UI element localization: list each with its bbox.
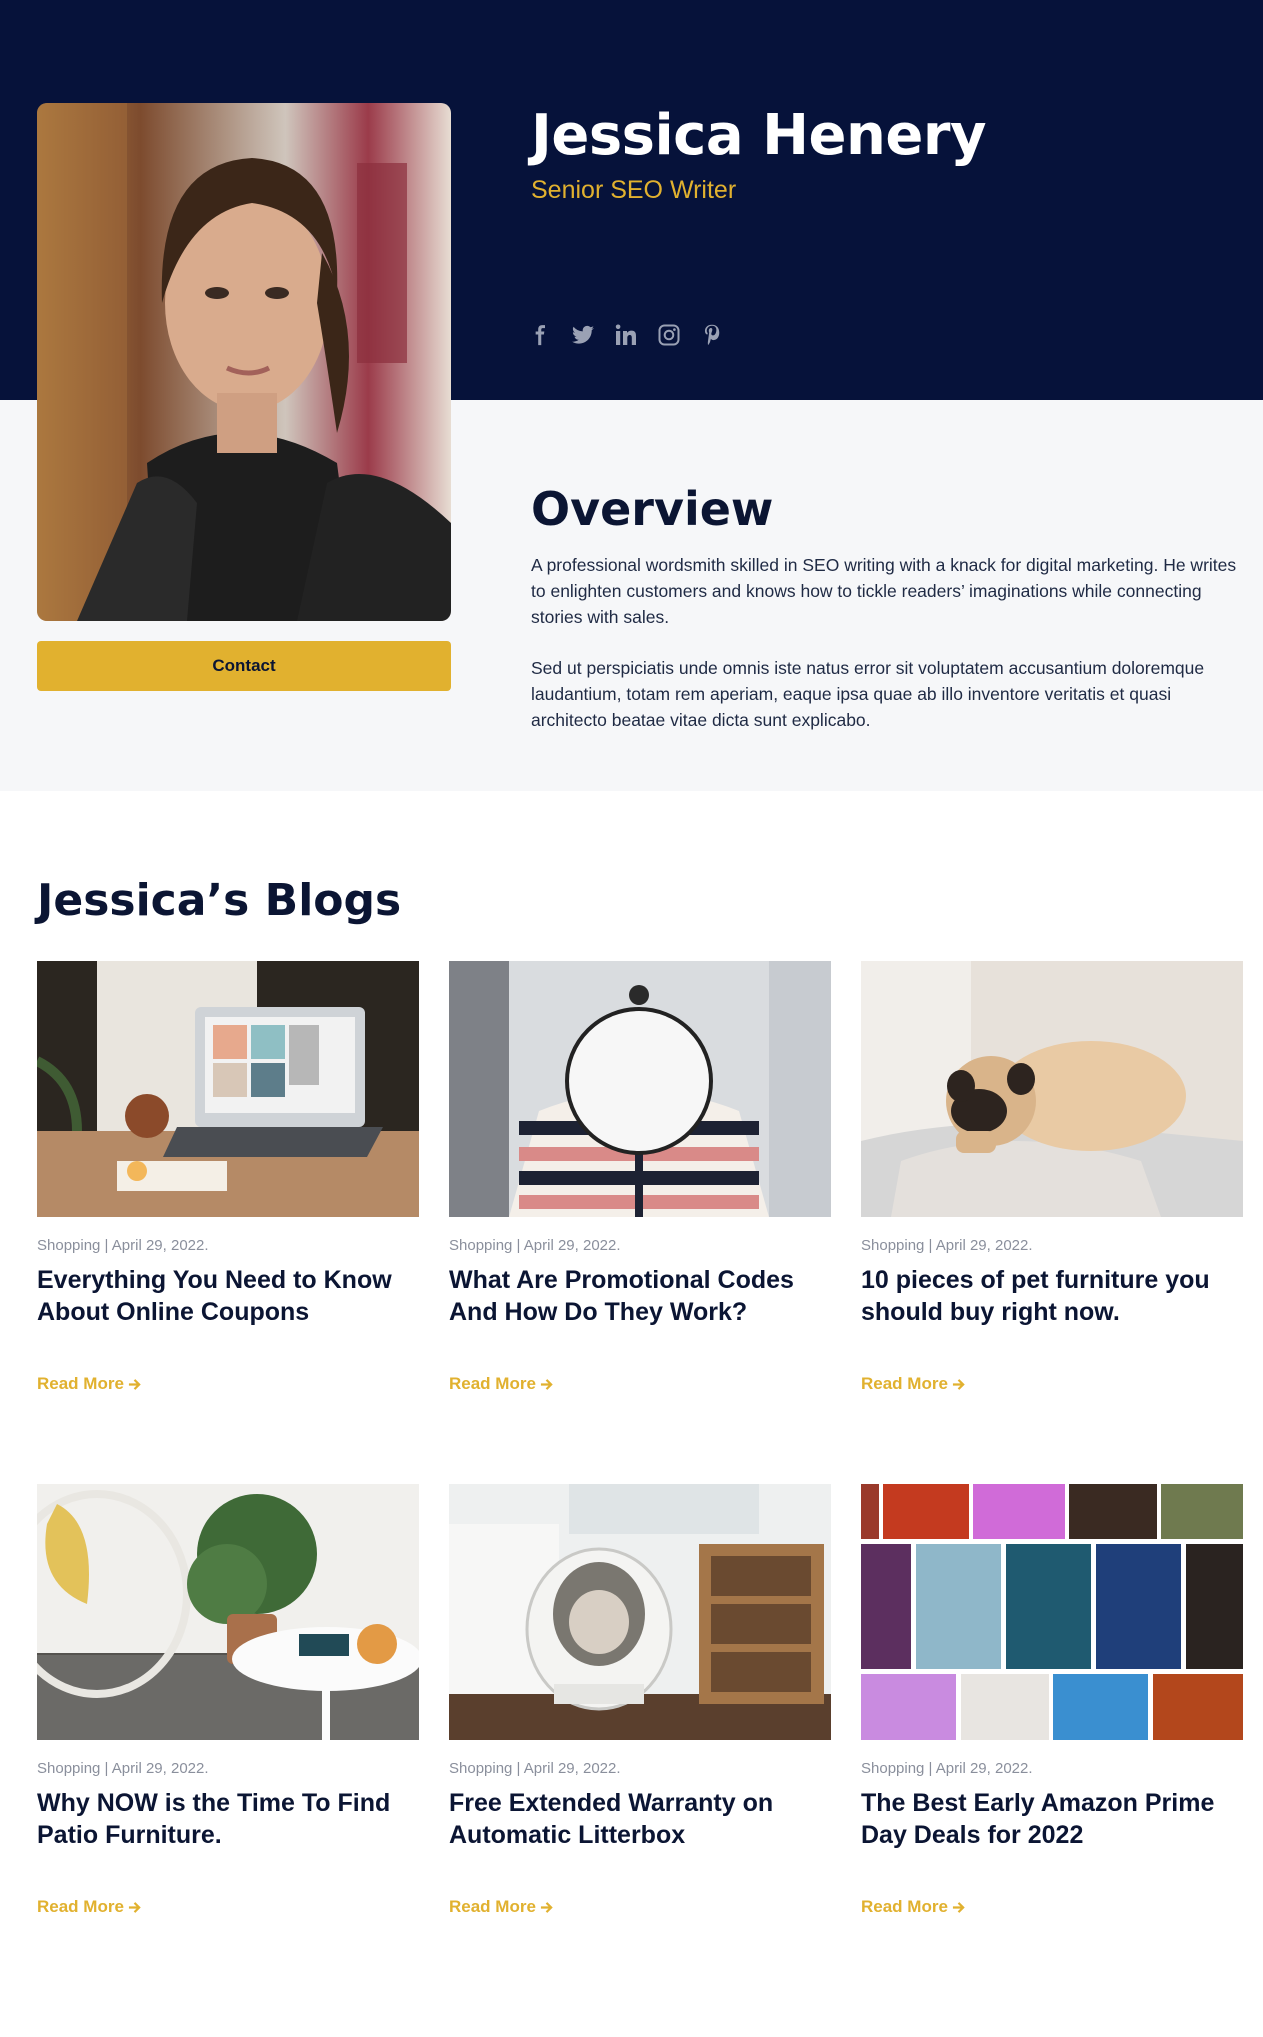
blogs-title: Jessica’s Blogs: [37, 875, 402, 926]
linkedin-icon[interactable]: [613, 322, 639, 348]
blog-card[interactable]: Shopping | April 29, 2022. Why NOW is th…: [37, 1484, 419, 1917]
read-more-link[interactable]: Read More: [861, 1897, 965, 1917]
blog-thumbnail-laptop[interactable]: [37, 961, 419, 1217]
blog-title[interactable]: The Best Early Amazon Prime Day Deals fo…: [861, 1787, 1243, 1851]
arrow-right-icon: [128, 1901, 141, 1913]
overview-paragraph: A professional wordsmith skilled in SEO …: [531, 555, 1237, 627]
twitter-icon[interactable]: [570, 322, 596, 348]
blog-meta: Shopping | April 29, 2022.: [449, 1237, 621, 1254]
blog-thumbnail-movie-posters[interactable]: [861, 1484, 1243, 1740]
read-more-link[interactable]: Read More: [37, 1374, 141, 1394]
blog-thumbnail-sale-tag[interactable]: [449, 961, 831, 1217]
read-more-label[interactable]: Read More: [37, 1897, 124, 1917]
arrow-right-icon: [540, 1901, 553, 1913]
overview-title: Overview: [531, 482, 774, 536]
read-more-label[interactable]: Read More: [449, 1374, 536, 1394]
blog-card[interactable]: Shopping | April 29, 2022. What Are Prom…: [449, 961, 831, 1394]
blog-meta: Shopping | April 29, 2022.: [861, 1237, 1033, 1254]
blog-title[interactable]: Why NOW is the Time To Find Patio Furnit…: [37, 1787, 419, 1851]
author-name: Jessica Henery: [531, 103, 986, 168]
arrow-right-icon: [540, 1378, 553, 1390]
blog-thumbnail-litterbox[interactable]: [449, 1484, 831, 1740]
instagram-icon[interactable]: [656, 322, 682, 348]
facebook-icon[interactable]: [527, 322, 553, 348]
author-role: Senior SEO Writer: [531, 176, 737, 204]
author-photo: [37, 103, 451, 621]
arrow-right-icon: [128, 1378, 141, 1390]
blog-thumbnail-patio[interactable]: [37, 1484, 419, 1740]
contact-button[interactable]: Contact: [37, 641, 451, 691]
blog-meta: Shopping | April 29, 2022.: [449, 1760, 621, 1777]
blog-card[interactable]: Shopping | April 29, 2022. 10 pieces of …: [861, 961, 1243, 1394]
blog-meta: Shopping | April 29, 2022.: [861, 1760, 1033, 1777]
social-links: [527, 322, 725, 348]
read-more-label[interactable]: Read More: [37, 1374, 124, 1394]
blog-card[interactable]: Shopping | April 29, 2022. Free Extended…: [449, 1484, 831, 1917]
arrow-right-icon: [952, 1901, 965, 1913]
read-more-label[interactable]: Read More: [861, 1374, 948, 1394]
overview-paragraph: Sed ut perspiciatis unde omnis iste natu…: [531, 658, 1205, 730]
arrow-right-icon: [952, 1378, 965, 1390]
blog-title[interactable]: Free Extended Warranty on Automatic Litt…: [449, 1787, 831, 1851]
read-more-link[interactable]: Read More: [861, 1374, 965, 1394]
read-more-link[interactable]: Read More: [449, 1897, 553, 1917]
blog-meta: Shopping | April 29, 2022.: [37, 1760, 209, 1777]
blog-title[interactable]: 10 pieces of pet furniture you should bu…: [861, 1264, 1243, 1328]
read-more-label[interactable]: Read More: [449, 1897, 536, 1917]
blog-thumbnail-pug[interactable]: [861, 961, 1243, 1217]
read-more-label[interactable]: Read More: [861, 1897, 948, 1917]
blog-meta: Shopping | April 29, 2022.: [37, 1237, 209, 1254]
pinterest-icon[interactable]: [699, 322, 725, 348]
blog-card[interactable]: Shopping | April 29, 2022. The Best Earl…: [861, 1484, 1243, 1917]
read-more-link[interactable]: Read More: [37, 1897, 141, 1917]
blog-title[interactable]: Everything You Need to Know About Online…: [37, 1264, 419, 1328]
blog-card[interactable]: Shopping | April 29, 2022. Everything Yo…: [37, 961, 419, 1394]
blog-title[interactable]: What Are Promotional Codes And How Do Th…: [449, 1264, 831, 1328]
read-more-link[interactable]: Read More: [449, 1374, 553, 1394]
